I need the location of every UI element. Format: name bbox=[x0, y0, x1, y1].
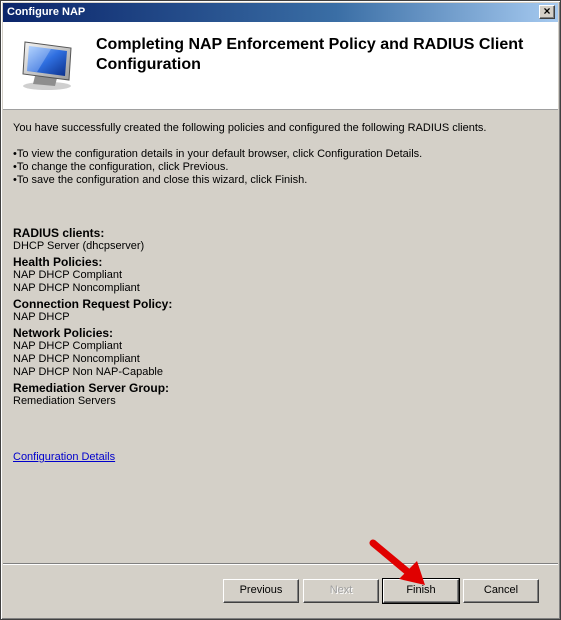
summary-heading: Network Policies: bbox=[13, 326, 114, 340]
summary-item: NAP DHCP Noncompliant bbox=[13, 282, 140, 294]
title-bar[interactable]: Configure NAP × bbox=[3, 3, 558, 22]
summary-item: NAP DHCP Non NAP-Capable bbox=[13, 366, 163, 378]
summary-item: NAP DHCP Compliant bbox=[13, 340, 123, 352]
summary-heading: Connection Request Policy: bbox=[13, 297, 173, 311]
intro-text: You have successfully created the follow… bbox=[13, 122, 487, 134]
instruction-item: To save the configuration and close this… bbox=[13, 174, 422, 187]
wizard-content: You have successfully created the follow… bbox=[3, 111, 558, 563]
summary-item: NAP DHCP bbox=[13, 311, 70, 323]
wizard-header: Completing NAP Enforcement Policy and RA… bbox=[3, 22, 558, 110]
instruction-item: To view the configuration details in you… bbox=[13, 148, 422, 161]
previous-button[interactable]: Previous bbox=[223, 579, 299, 603]
red-arrow-icon bbox=[369, 539, 425, 585]
summary-heading: RADIUS clients: bbox=[13, 226, 105, 240]
computer-monitor-icon bbox=[22, 41, 72, 90]
window-title: Configure NAP bbox=[7, 6, 86, 18]
instruction-list: To view the configuration details in you… bbox=[13, 148, 422, 187]
configure-nap-window: Configure NAP × Completing NAP Enforceme… bbox=[0, 0, 561, 620]
summary-item: NAP DHCP Noncompliant bbox=[13, 353, 140, 365]
summary-item: NAP DHCP Compliant bbox=[13, 269, 123, 281]
summary-heading: Health Policies: bbox=[13, 255, 103, 269]
instruction-item: To change the configuration, click Previ… bbox=[13, 161, 422, 174]
button-separator bbox=[3, 563, 558, 565]
cancel-button[interactable]: Cancel bbox=[463, 579, 539, 603]
summary-item: Remediation Servers bbox=[13, 395, 116, 407]
configuration-summary: RADIUS clients: DHCP Server (dhcpserver)… bbox=[13, 224, 172, 408]
close-button[interactable]: × bbox=[539, 5, 555, 19]
wizard-heading: Completing NAP Enforcement Policy and RA… bbox=[96, 36, 524, 73]
next-button[interactable]: Next bbox=[303, 579, 379, 603]
summary-item: DHCP Server (dhcpserver) bbox=[13, 240, 145, 252]
configuration-details-link[interactable]: Configuration Details bbox=[13, 451, 115, 463]
summary-heading: Remediation Server Group: bbox=[13, 381, 170, 395]
